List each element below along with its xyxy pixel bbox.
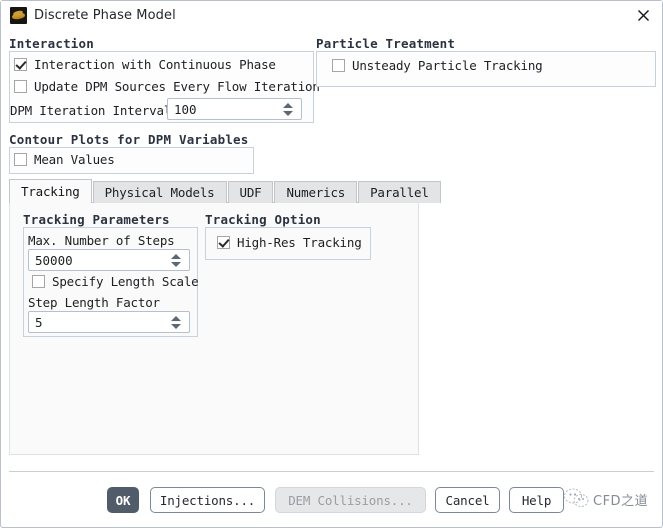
checkbox-label: High-Res Tracking bbox=[237, 235, 362, 250]
button-label: OK bbox=[115, 492, 131, 508]
interaction-caption: Interaction bbox=[9, 36, 94, 51]
button-label: DEM Collisions... bbox=[288, 492, 413, 508]
dpm-iteration-interval-stepper[interactable] bbox=[167, 98, 302, 120]
checkbox-box[interactable] bbox=[14, 58, 27, 71]
stepper-arrows[interactable] bbox=[167, 315, 189, 329]
window-title: Discrete Phase Model bbox=[34, 8, 176, 23]
tab-strip: Tracking Physical Models UDF Numerics Pa… bbox=[9, 179, 442, 203]
dpm-iteration-interval-input[interactable] bbox=[168, 100, 279, 118]
step-length-factor-label: Step Length Factor bbox=[28, 295, 160, 310]
discrete-phase-model-dialog: Discrete Phase Model Interaction Interac… bbox=[0, 0, 663, 528]
watermark-text: CFD之道 bbox=[593, 494, 649, 509]
checkbox-label: Unsteady Particle Tracking bbox=[352, 58, 543, 73]
stepper-up-icon[interactable] bbox=[283, 102, 293, 108]
close-icon[interactable] bbox=[632, 5, 654, 27]
contour-plots-caption: Contour Plots for DPM Variables bbox=[9, 132, 249, 147]
particle-treatment-caption: Particle Treatment bbox=[316, 36, 456, 51]
ok-button[interactable]: OK bbox=[107, 487, 139, 513]
button-label: Injections... bbox=[159, 492, 256, 508]
checkbox-box[interactable] bbox=[332, 59, 345, 72]
stepper-up-icon[interactable] bbox=[171, 253, 181, 259]
tab-label: Parallel bbox=[370, 185, 429, 200]
checkbox-box[interactable] bbox=[14, 80, 27, 93]
checkbox-label: Update DPM Sources Every Flow Iteration bbox=[34, 79, 320, 94]
footer-divider bbox=[9, 471, 654, 472]
tab-parallel[interactable]: Parallel bbox=[358, 181, 441, 203]
injections-button[interactable]: Injections... bbox=[150, 487, 265, 513]
stepper-down-icon[interactable] bbox=[171, 261, 181, 267]
checkbox-update-dpm-sources-every-flow-iteration[interactable]: Update DPM Sources Every Flow Iteration bbox=[14, 79, 320, 94]
tracking-option-caption: Tracking Option bbox=[205, 212, 321, 227]
fluent-app-icon bbox=[10, 7, 27, 24]
watermark: CFD之道 bbox=[563, 487, 648, 512]
checkbox-box[interactable] bbox=[14, 153, 27, 166]
wechat-logo-icon bbox=[563, 487, 589, 512]
max-number-of-steps-input[interactable] bbox=[29, 251, 167, 269]
tab-physical-models[interactable]: Physical Models bbox=[92, 181, 227, 203]
checkbox-high-res-tracking[interactable]: High-Res Tracking bbox=[217, 235, 362, 250]
title-bar: Discrete Phase Model bbox=[1, 1, 662, 31]
step-length-factor-stepper[interactable] bbox=[28, 311, 190, 333]
tab-numerics[interactable]: Numerics bbox=[274, 181, 358, 203]
tab-label: Tracking bbox=[21, 184, 80, 199]
stepper-arrows[interactable] bbox=[167, 253, 189, 267]
step-length-factor-input[interactable] bbox=[29, 313, 167, 331]
dem-collisions-button[interactable]: DEM Collisions... bbox=[275, 487, 426, 513]
stepper-arrows[interactable] bbox=[279, 102, 301, 116]
checkbox-label: Specify Length Scale bbox=[52, 274, 199, 289]
stepper-down-icon[interactable] bbox=[283, 110, 293, 116]
button-label: Help bbox=[521, 492, 552, 508]
checkbox-box[interactable] bbox=[217, 236, 230, 249]
dpm-iteration-interval-label: DPM Iteration Interval bbox=[10, 103, 172, 118]
tab-label: Physical Models bbox=[104, 185, 215, 200]
checkbox-specify-length-scale[interactable]: Specify Length Scale bbox=[32, 274, 199, 289]
cancel-button[interactable]: Cancel bbox=[435, 487, 500, 513]
checkbox-label: Mean Values bbox=[34, 152, 115, 167]
checkbox-mean-values[interactable]: Mean Values bbox=[14, 152, 115, 167]
stepper-up-icon[interactable] bbox=[171, 315, 181, 321]
button-label: Cancel bbox=[445, 492, 490, 508]
checkbox-box[interactable] bbox=[32, 275, 45, 288]
checkbox-unsteady-particle-tracking[interactable]: Unsteady Particle Tracking bbox=[332, 58, 543, 73]
checkbox-interaction-with-continuous-phase[interactable]: Interaction with Continuous Phase bbox=[14, 57, 276, 72]
max-number-of-steps-stepper[interactable] bbox=[28, 249, 190, 271]
tab-label: UDF bbox=[239, 185, 262, 200]
help-button[interactable]: Help bbox=[509, 487, 564, 513]
tab-tracking[interactable]: Tracking bbox=[9, 179, 92, 203]
max-number-of-steps-label: Max. Number of Steps bbox=[28, 233, 175, 248]
tab-label: Numerics bbox=[286, 185, 346, 200]
tab-udf[interactable]: UDF bbox=[227, 181, 274, 203]
tracking-parameters-caption: Tracking Parameters bbox=[23, 212, 170, 227]
stepper-down-icon[interactable] bbox=[171, 323, 181, 329]
checkbox-label: Interaction with Continuous Phase bbox=[34, 57, 276, 72]
